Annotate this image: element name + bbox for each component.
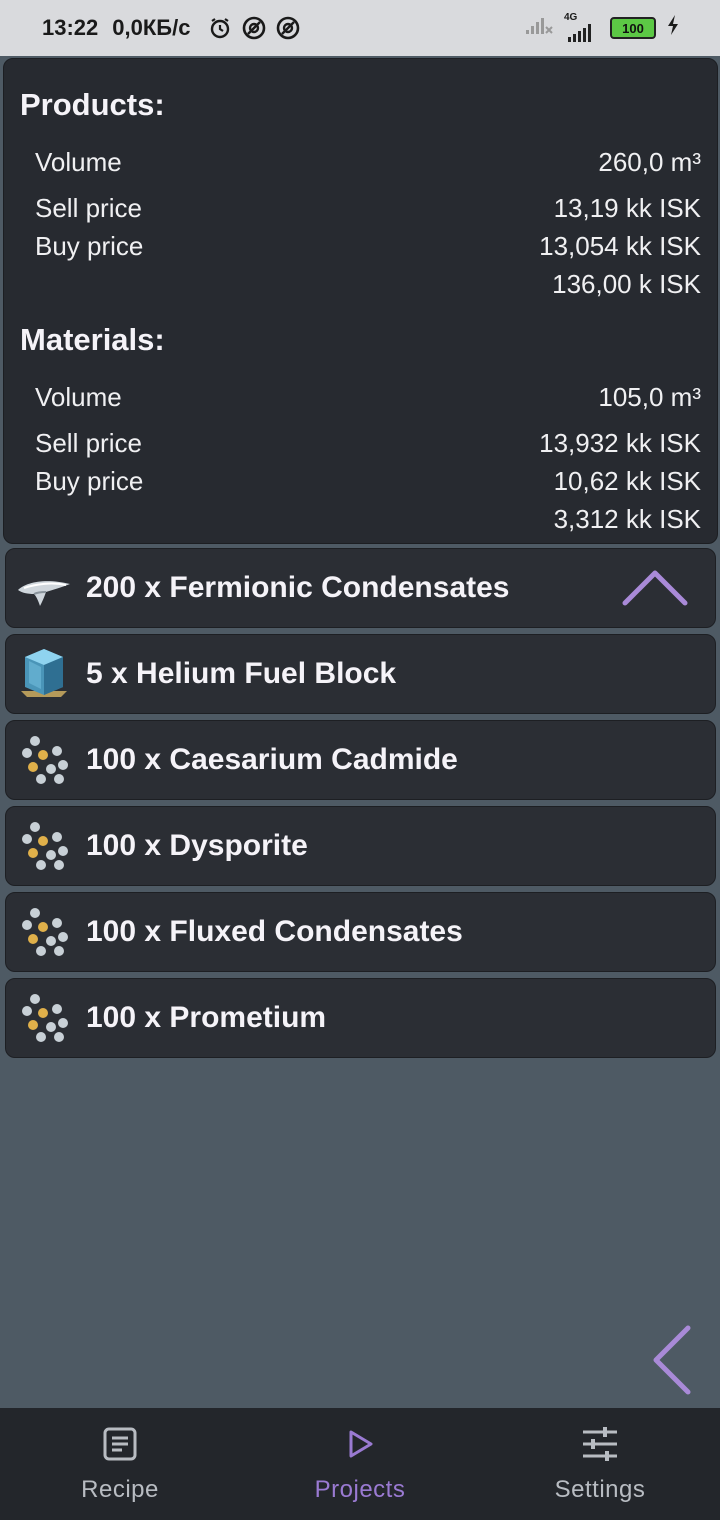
- document-icon: [100, 1424, 140, 1464]
- play-icon: [340, 1424, 380, 1464]
- nav-tab-settings[interactable]: Settings: [480, 1408, 720, 1520]
- list-item-label: 100 x Fluxed Condensates: [86, 915, 463, 948]
- molecule-icon: [16, 904, 72, 960]
- list-item-label: 100 x Prometium: [86, 1001, 327, 1034]
- products-sell-row: Sell price 13,19 kk ISK: [35, 193, 701, 224]
- products-sell-value: 13,19 kk ISK: [553, 193, 701, 223]
- materials-sell-row: Sell price 13,932 kk ISK: [35, 428, 701, 459]
- materials-buy-value: 10,62 kk ISK: [553, 466, 701, 496]
- materials-extra-row: 3,312 kk ISK: [35, 504, 701, 535]
- list-item-label: 100 x Caesarium Cadmide: [86, 743, 458, 776]
- molecule-icon: [16, 818, 72, 874]
- helium-fuel-block-icon: [16, 646, 72, 702]
- summary-card: Products: Volume 260,0 m³ Sell price 13,…: [3, 58, 718, 544]
- list-item-caesarium-cadmide[interactable]: 100 x Caesarium Cadmide: [5, 720, 716, 800]
- products-sell-label: Sell price: [35, 193, 142, 223]
- charging-icon: [666, 14, 680, 42]
- materials-volume-value: 105,0 m³: [598, 382, 701, 412]
- products-volume-row: Volume 260,0 m³: [35, 147, 701, 178]
- list-item-label: 100 x Dysporite: [86, 829, 308, 862]
- materials-volume-label: Volume: [35, 382, 122, 412]
- notification-icon: [276, 16, 300, 40]
- nav-tab-label: Projects: [314, 1476, 406, 1503]
- materials-title: Materials:: [20, 322, 165, 357]
- nav-tab-label: Settings: [554, 1476, 646, 1503]
- materials-buy-row: Buy price 10,62 kk ISK: [35, 466, 701, 497]
- materials-volume-row: Volume 105,0 m³: [35, 382, 701, 413]
- chevron-left-icon[interactable]: [648, 1322, 696, 1398]
- list-item-fermionic-condensates[interactable]: 200 x Fermionic Condensates: [5, 548, 716, 628]
- sliders-icon: [580, 1424, 620, 1464]
- products-volume-value: 260,0 m³: [598, 147, 701, 177]
- list-item-fluxed-condensates[interactable]: 100 x Fluxed Condensates: [5, 892, 716, 972]
- list-item-label: 5 x Helium Fuel Block: [86, 657, 397, 690]
- list-item-dysporite[interactable]: 100 x Dysporite: [5, 806, 716, 886]
- materials-buy-label: Buy price: [35, 466, 144, 496]
- chevron-up-icon[interactable]: [619, 563, 691, 611]
- products-title: Products:: [20, 87, 165, 122]
- products-buy-label: Buy price: [35, 231, 144, 261]
- materials-sell-label: Sell price: [35, 428, 142, 458]
- products-buy-value: 13,054 kk ISK: [539, 231, 701, 261]
- nav-tab-projects[interactable]: Projects: [240, 1408, 480, 1520]
- list-item-label: 200 x Fermionic Condensates: [86, 571, 510, 604]
- materials-extra-value: 3,312 kk ISK: [553, 504, 701, 534]
- list-item-prometium[interactable]: 100 x Prometium: [5, 978, 716, 1058]
- materials-sell-value: 13,932 kk ISK: [539, 428, 701, 458]
- list-item-helium-fuel-block[interactable]: 5 x Helium Fuel Block: [5, 634, 716, 714]
- nav-tab-recipe[interactable]: Recipe: [0, 1408, 240, 1520]
- bottom-navigation: Recipe Projects Settings: [0, 1408, 720, 1520]
- products-volume-label: Volume: [35, 147, 122, 177]
- status-bar: 13:22 0,0КБ/с 4G 100: [0, 0, 720, 56]
- products-buy-row: Buy price 13,054 kk ISK: [35, 231, 701, 262]
- molecule-icon: [16, 732, 72, 788]
- network-type-label: 4G: [564, 12, 578, 23]
- signal-weak-icon: [524, 14, 554, 42]
- battery-icon: 100: [610, 17, 656, 39]
- status-time: 13:22: [42, 15, 99, 40]
- products-extra-value: 136,00 k ISK: [552, 269, 701, 299]
- products-extra-row: 136,00 k ISK: [35, 269, 701, 300]
- fermionic-condensates-icon: [16, 560, 72, 616]
- signal-4g-icon: 4G: [564, 13, 600, 43]
- notification-icon: [242, 16, 266, 40]
- alarm-icon: [208, 16, 232, 40]
- nav-tab-label: Recipe: [81, 1476, 159, 1503]
- molecule-icon: [16, 990, 72, 1046]
- status-network-speed: 0,0КБ/с: [112, 15, 191, 40]
